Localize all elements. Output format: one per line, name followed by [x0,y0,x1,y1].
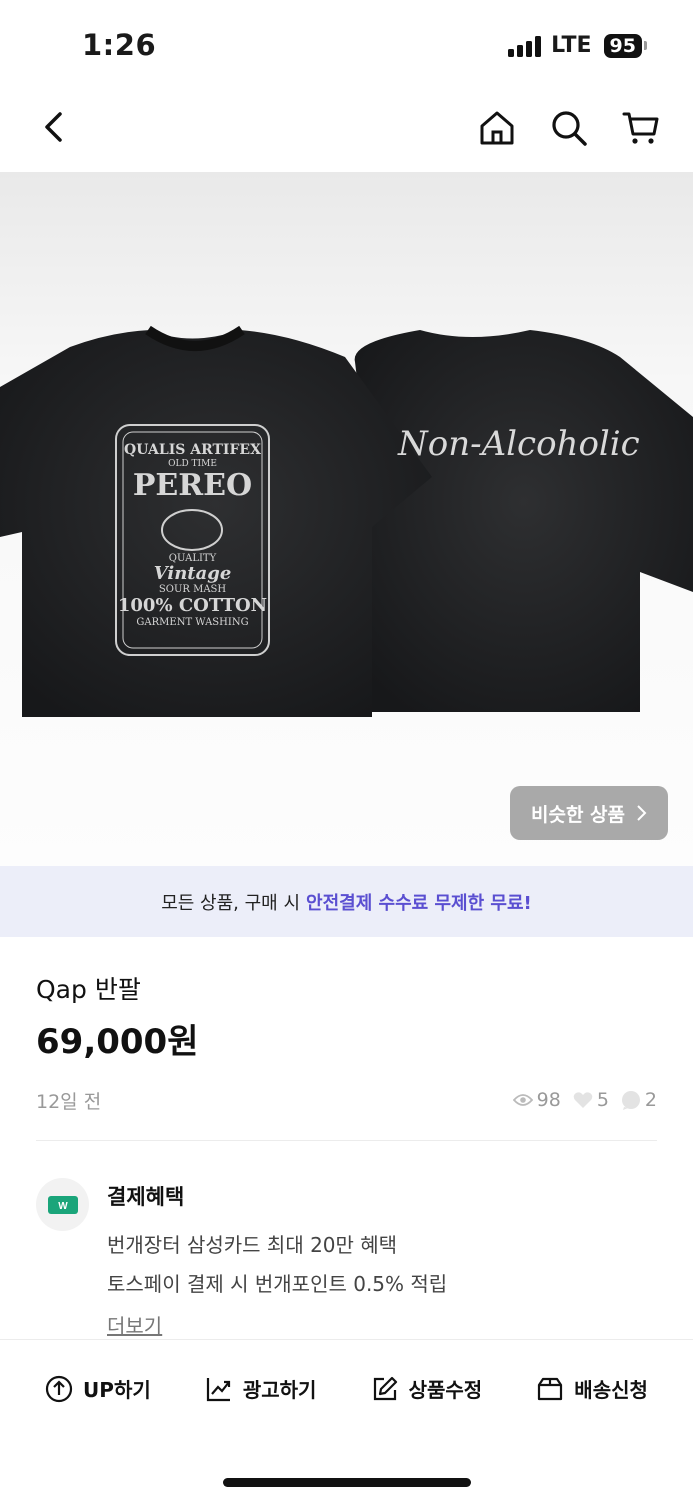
front-print-line7: 100% COTTON [117,595,268,616]
promo-banner[interactable]: 모든 상품, 구매 시 안전결제 수수료 무제한 무료! [0,866,693,937]
benefit-more-link[interactable]: 더보기 [107,1310,162,1339]
battery-level: 95 [603,33,642,58]
signal-icon [508,35,542,57]
front-print-line3: PEREO [132,468,253,503]
views-count: 98 [536,1089,561,1111]
benefit-title: 결제혜택 [107,1185,185,1209]
cart-icon[interactable] [617,104,665,152]
chats-count: 2 [644,1089,657,1111]
up-button-label: UP하기 [83,1378,151,1402]
divider [36,1140,657,1141]
product-price: 69,000원 [36,1022,199,1062]
status-time: 1:26 [82,28,157,62]
promo-highlight: 안전결제 수수료 무제한 무료! [306,892,532,914]
likes-count: 5 [596,1089,609,1111]
advertise-button[interactable]: 광고하기 [205,1374,317,1403]
front-print-line8: GARMENT WASHING [136,617,249,628]
edit-product-label: 상품수정 [408,1378,483,1402]
back-print: Non-Alcoholic [398,424,640,464]
posted-time: 12일 전 [36,1090,102,1113]
status-indicators: LTE 95 [508,33,647,58]
benefit-line-2: 토스페이 결제 시 번개포인트 0.5% 적립 [107,1272,448,1296]
status-bar: 1:26 LTE 95 [0,0,693,92]
svg-text:W: W [58,1201,68,1212]
chat-bubble-icon [621,1091,640,1110]
chevron-right-icon [637,805,647,821]
front-print-line5: Vintage [153,563,232,584]
battery-icon: 95 [603,33,647,58]
front-print: QUALIS ARTIFEX OLD TIME PEREO QUALITY Vi… [116,442,269,628]
payment-benefit-icon: W [36,1178,89,1231]
views-stat: 98 [512,1089,561,1111]
shipping-request-button[interactable]: 배송신청 [536,1374,648,1403]
top-nav-bar [0,92,693,172]
front-print-line1: QUALIS ARTIFEX [124,442,261,458]
product-stats: 98 5 2 [512,1089,657,1111]
box-icon [538,1377,563,1400]
heart-icon [573,1092,593,1108]
network-label: LTE [551,33,592,58]
promo-text: 모든 상품, 구매 시 [161,892,301,914]
product-meta: 12일 전 98 5 2 [36,1085,657,1115]
edit-product-button[interactable]: 상품수정 [371,1374,483,1403]
benefit-line-1: 번개장터 삼성카드 최대 20만 혜택 [107,1233,398,1257]
up-button[interactable]: UP하기 [45,1374,151,1403]
chats-stat: 2 [621,1089,657,1111]
product-title: Qap 반팔 [36,975,141,1004]
bottom-action-bar: UP하기 광고하기 상품수정 배송신청 [0,1339,693,1500]
similar-products-button[interactable]: 비슷한 상품 [510,786,668,840]
chevron-left-icon[interactable] [32,104,78,150]
up-arrow-circle-icon [45,1375,73,1402]
edit-icon [373,1376,397,1400]
home-icon[interactable] [473,104,521,152]
front-print-line6: SOUR MASH [158,584,227,595]
similar-products-label: 비슷한 상품 [530,803,625,826]
eye-icon [512,1094,533,1106]
shipping-request-label: 배송신청 [574,1378,648,1402]
search-icon[interactable] [545,104,593,152]
home-indicator [223,1478,471,1487]
trending-chart-icon [206,1377,230,1401]
likes-stat: 5 [573,1089,609,1111]
advertise-button-label: 광고하기 [242,1378,317,1402]
product-image[interactable]: QUALIS ARTIFEX OLD TIME PEREO QUALITY Vi… [0,172,693,866]
